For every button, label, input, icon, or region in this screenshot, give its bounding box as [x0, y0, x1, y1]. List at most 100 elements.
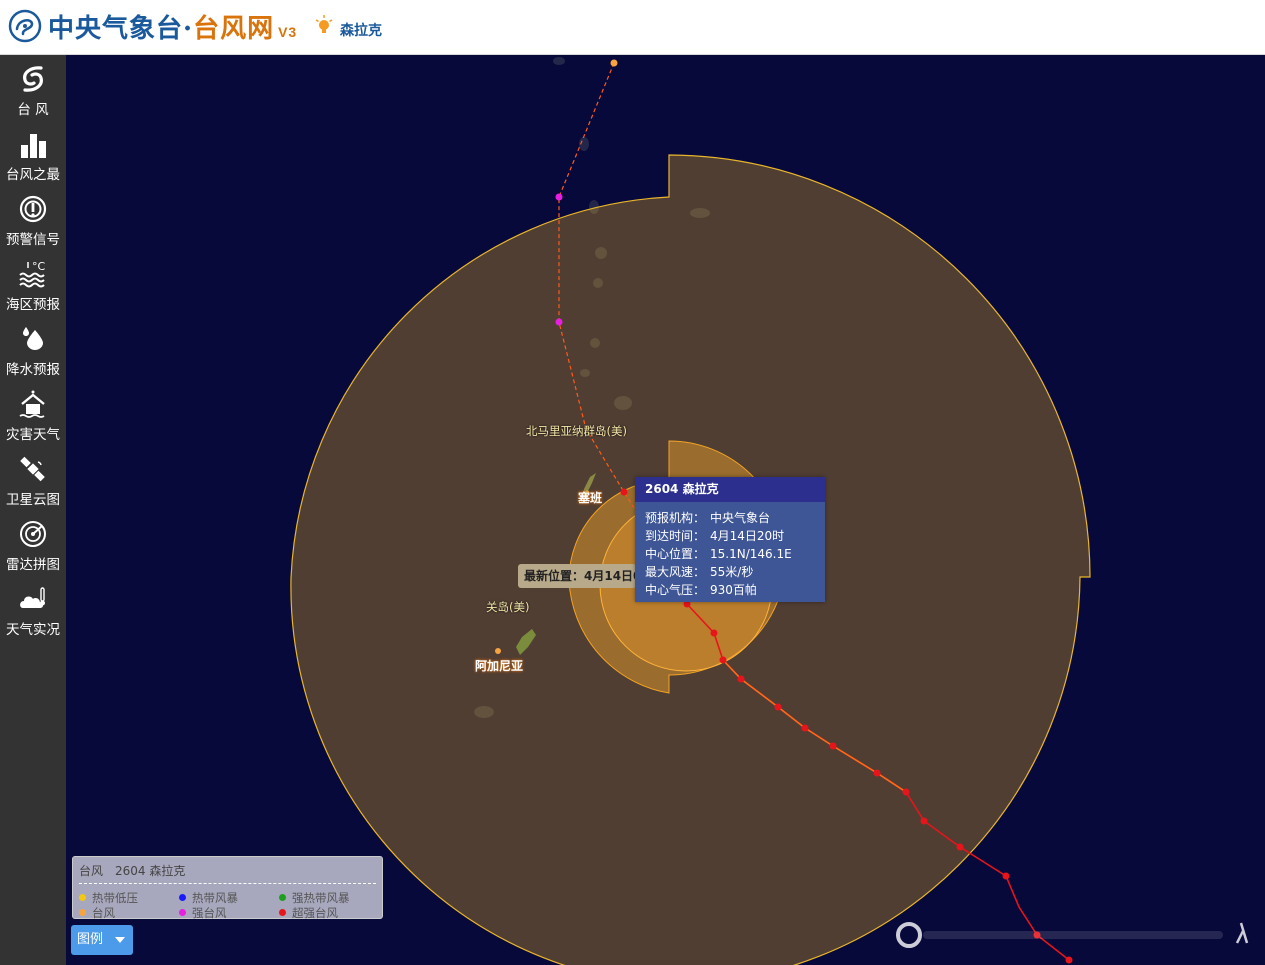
track-point[interactable] — [956, 843, 964, 851]
legend-item-sty: 强台风 — [179, 905, 227, 921]
latest-position-tag[interactable]: 最新位置：4月14日08时 — [518, 564, 636, 588]
sidebar-item-typhoon[interactable]: 台 风 — [0, 58, 66, 120]
sidebar-item-weather[interactable]: 天气实况 — [0, 578, 66, 640]
weather-cloud-icon — [20, 587, 45, 608]
popup-value: 4月14日20时 — [710, 529, 785, 543]
forecast-point-severe-typhoon[interactable] — [555, 318, 563, 326]
track-point[interactable] — [801, 724, 809, 732]
site-title-main: 中央气象台· — [48, 14, 194, 44]
warning-signal-icon — [19, 195, 47, 223]
track-point[interactable] — [1065, 956, 1073, 964]
site-title-typhoon: 台风网 — [193, 14, 275, 44]
legend-toggle-button[interactable]: 图例 — [71, 925, 133, 955]
cma-logo-icon[interactable] — [8, 9, 42, 43]
popup-row-pressure: 中心气压： 930百帕 — [645, 581, 757, 598]
popup-value: 55米/秒 — [710, 565, 754, 579]
legend-button-label: 图例 — [77, 932, 104, 947]
popup-value: 15.1N/146.1E — [710, 547, 792, 561]
track-point[interactable] — [737, 675, 745, 683]
label-saipan: 塞班 — [578, 491, 603, 505]
legend-divider — [79, 883, 376, 884]
track-point[interactable] — [829, 742, 837, 750]
forecast-point-super-typhoon[interactable] — [620, 488, 628, 496]
legend-item-super-ty: 超强台风 — [279, 905, 338, 921]
track-point[interactable] — [719, 656, 727, 664]
track-point[interactable] — [873, 769, 881, 777]
sidebar-item-label: 灾害天气 — [6, 427, 60, 443]
popup-title: 2604 森拉克 — [635, 477, 825, 502]
satellite-icon — [20, 456, 45, 482]
legend-dot — [279, 894, 286, 901]
disaster-house-icon — [19, 390, 45, 418]
track-point[interactable] — [902, 788, 910, 796]
current-typhoon-name[interactable]: 森拉克 — [340, 20, 382, 40]
map-canvas[interactable]: 北马里亚纳群岛(美) 塞班 关岛(美) 阿加尼亚 最新位置：4月14日08时 2… — [66, 55, 1265, 965]
sidebar-item-label: 台风之最 — [6, 167, 60, 183]
legend-dot — [179, 909, 186, 916]
legend-item-label: 台风 — [92, 906, 115, 920]
sidebar-item-label: 降水预报 — [6, 362, 60, 378]
sidebar-item-satellite[interactable]: 卫星云图 — [0, 448, 66, 510]
track-point[interactable] — [1002, 872, 1010, 880]
popup-value: 中央气象台 — [710, 511, 771, 525]
site-version: V3 — [278, 24, 298, 40]
site-title[interactable]: 中央气象台·台风网 V3 — [48, 8, 297, 45]
sidebar-item-radar[interactable]: 雷达拼图 — [0, 513, 66, 575]
sidebar-item-label: 卫星云图 — [6, 492, 60, 508]
popup-row-wind: 最大风速： 55米/秒 — [645, 563, 753, 580]
legend-item-sts: 强热带风暴 — [279, 890, 350, 906]
label-north-marianas: 北马里亚纳群岛(美) — [526, 424, 627, 438]
hagatna-marker — [495, 648, 501, 654]
legend-panel: 台风 2604 森拉克 热带低压 热带风暴 强热带风暴 台风 强台风 超强台风 — [72, 856, 383, 921]
legend-item-ty: 台风 — [79, 905, 115, 921]
sidebar-nav: 台 风 台风之最 预警信号 °C 海区预报 降水预报 灾害天气 卫星云图 雷达拼… — [0, 55, 66, 965]
lightbulb-icon — [315, 15, 333, 33]
legend-dot — [279, 909, 286, 916]
popup-key: 最大风速： — [645, 565, 706, 579]
legend-item-label: 热带低压 — [92, 891, 138, 905]
track-point[interactable] — [774, 703, 782, 711]
forecast-point-typhoon[interactable] — [610, 59, 618, 67]
caret-down-icon — [115, 937, 125, 943]
svg-text:°C: °C — [32, 260, 46, 273]
header-bar: 中央气象台·台风网 V3 森拉克 — [0, 0, 1265, 55]
sidebar-item-label: 海区预报 — [6, 297, 60, 313]
sidebar-item-label: 台 风 — [17, 102, 49, 118]
track-point[interactable] — [710, 629, 718, 637]
legend-item-label: 强热带风暴 — [292, 891, 350, 905]
popup-key: 预报机构： — [645, 511, 706, 525]
legend-item-td: 热带低压 — [79, 890, 138, 906]
sidebar-item-disaster[interactable]: 灾害天气 — [0, 383, 66, 445]
popup-key: 中心气压： — [645, 583, 706, 597]
popup-key: 到达时间： — [645, 529, 706, 543]
raindrop-icon — [23, 327, 43, 350]
legend-item-label: 强台风 — [192, 906, 227, 920]
forecast-point-severe-typhoon[interactable] — [555, 193, 563, 201]
popup-row-agency: 预报机构： 中央气象台 — [645, 509, 770, 526]
watermark-logo — [896, 922, 1249, 948]
bar-chart-icon — [21, 134, 46, 158]
legend-title: 台风 2604 森拉克 — [79, 862, 197, 879]
legend-item-label: 热带风暴 — [192, 891, 238, 905]
track-point[interactable] — [920, 817, 928, 825]
legend-item-ts: 热带风暴 — [179, 890, 238, 906]
sidebar-item-warning[interactable]: 预警信号 — [0, 188, 66, 250]
popup-value: 930百帕 — [710, 583, 757, 597]
label-guam: 关岛(美) — [486, 600, 530, 614]
popup-row-position: 中心位置： 15.1N/146.1E — [645, 545, 792, 562]
legend-title-kind: 台风 — [79, 864, 104, 878]
typhoon-info-popup: 2604 森拉克 预报机构： 中央气象台 到达时间： 4月14日20时 中心位置： 1… — [635, 477, 825, 602]
label-hagatna: 阿加尼亚 — [475, 659, 524, 673]
typhoon-icon — [23, 66, 43, 92]
sidebar-item-label: 雷达拼图 — [6, 557, 60, 573]
sidebar-item-label: 预警信号 — [6, 232, 60, 248]
sidebar-item-sea-forecast[interactable]: °C 海区预报 — [0, 253, 66, 315]
popup-row-time: 到达时间： 4月14日20时 — [645, 527, 784, 544]
legend-dot — [179, 894, 186, 901]
sea-temperature-icon: °C — [19, 260, 46, 288]
legend-title-name: 2604 森拉克 — [115, 864, 186, 878]
radar-icon — [20, 521, 46, 547]
sidebar-item-precipitation[interactable]: 降水预报 — [0, 318, 66, 380]
legend-dot — [79, 894, 86, 901]
sidebar-item-typhoon-records[interactable]: 台风之最 — [0, 123, 66, 185]
